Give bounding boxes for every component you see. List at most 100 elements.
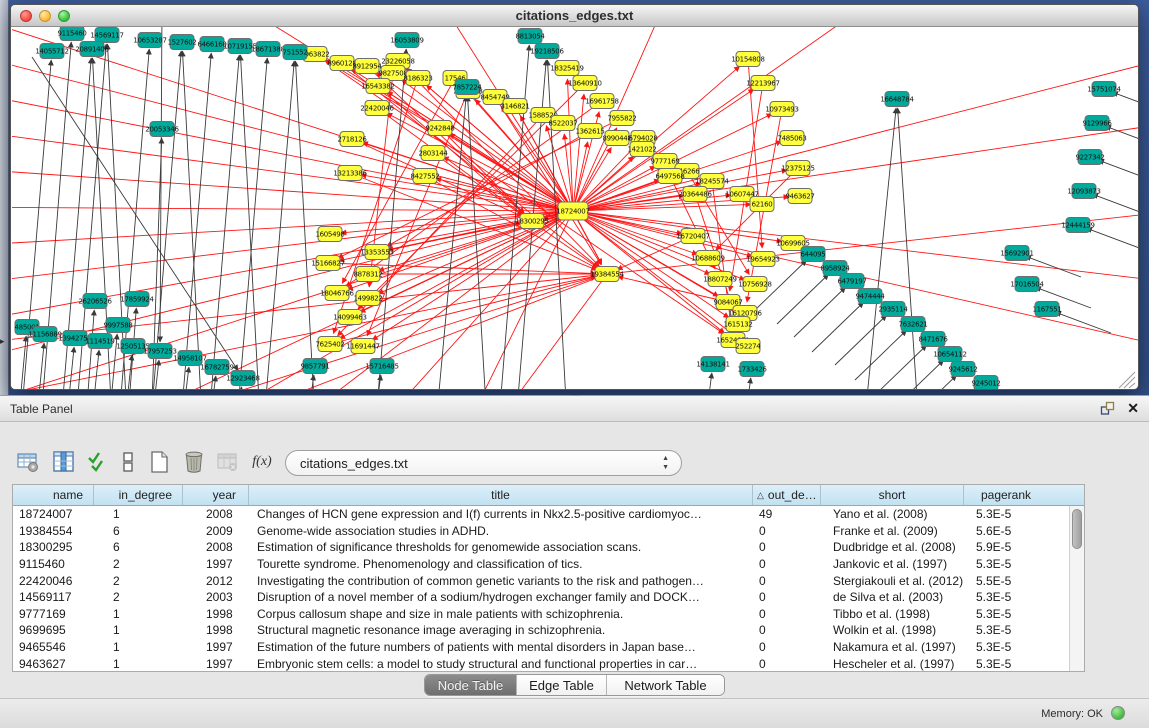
column-header-year[interactable]: year: [183, 485, 249, 505]
column-header-out-degree[interactable]: △ out_de…: [753, 485, 821, 505]
graph-node[interactable]: 26206526: [78, 294, 112, 309]
graph-node[interactable]: 13353553: [360, 245, 393, 260]
network-graph[interactable]: 7963822896012889129542322605898275081654…: [12, 27, 1139, 390]
graph-node[interactable]: 1421022: [627, 142, 656, 157]
graph-node[interactable]: 15166827: [311, 256, 344, 271]
graph-node[interactable]: 9857791: [300, 359, 329, 374]
graph-node[interactable]: 18300295: [515, 214, 548, 229]
graph-node[interactable]: 9245612: [948, 362, 977, 377]
column-header-name[interactable]: name: [13, 485, 94, 505]
graph-node[interactable]: 751552: [283, 45, 308, 60]
table-row[interactable]: 946362711997Embryonic stem cells: a mode…: [13, 655, 1069, 671]
table-row[interactable]: 977716911998Corpus callosum shape and si…: [13, 606, 1069, 623]
show-columns-icon[interactable]: [50, 448, 78, 476]
graph-node[interactable]: 2935114: [878, 302, 908, 317]
graph-node[interactable]: 7857224: [452, 80, 482, 95]
graph-node[interactable]: 20364486: [678, 187, 712, 202]
table-row[interactable]: 1938455462009Genome-wide association stu…: [13, 523, 1069, 540]
graph-node[interactable]: 9115460: [57, 27, 86, 41]
column-header-pagerank[interactable]: pagerank: [964, 485, 1048, 505]
graph-node[interactable]: 16543382: [361, 79, 394, 94]
graph-node[interactable]: 7485063: [777, 131, 806, 146]
graph-node[interactable]: 19654923: [746, 252, 779, 267]
table-row[interactable]: 1830029562008Estimation of significance …: [13, 539, 1069, 556]
table-row[interactable]: 2242004622012Investigating the contribut…: [13, 572, 1069, 589]
graph-node[interactable]: 644095: [801, 247, 826, 262]
graph-node[interactable]: 1605498: [315, 227, 344, 242]
graph-node[interactable]: 14055712: [35, 44, 68, 59]
split-pane-divider[interactable]: ▸: [0, 0, 9, 395]
graph-node[interactable]: 9242848: [425, 121, 454, 136]
graph-node[interactable]: 9463627: [785, 189, 814, 204]
graph-node[interactable]: 19218506: [530, 44, 564, 59]
graph-node[interactable]: 8522037: [548, 116, 577, 131]
delete-table-icon[interactable]: [180, 448, 208, 476]
graph-node[interactable]: 12093873: [1067, 184, 1100, 199]
graph-node[interactable]: 12444159: [1061, 218, 1094, 233]
graph-node[interactable]: 3146821: [500, 99, 529, 114]
graph-node[interactable]: 18724007: [556, 202, 589, 220]
graph-node[interactable]: 8427552: [410, 169, 439, 184]
table-row[interactable]: 1872400712008Changes of HCN gene express…: [13, 506, 1069, 523]
collapse-arrow-icon[interactable]: ▸: [0, 336, 5, 347]
graph-node[interactable]: 9245012: [971, 376, 1000, 391]
graph-node[interactable]: 7632621: [898, 317, 927, 332]
graph-node[interactable]: 9227342: [1075, 150, 1104, 165]
graph-node[interactable]: 13640910: [568, 76, 601, 91]
table-selector-dropdown[interactable]: citations_edges.txt ▲▼: [285, 450, 682, 476]
graph-node[interactable]: 10154808: [731, 52, 764, 67]
graph-node[interactable]: 6466160: [197, 37, 226, 52]
graph-node[interactable]: 15751074: [1087, 82, 1121, 97]
tab-node-table[interactable]: Node Table: [425, 675, 517, 695]
graph-node[interactable]: 11156889: [28, 327, 61, 342]
graph-node[interactable]: 2718126: [337, 132, 367, 147]
select-all-icon[interactable]: [84, 448, 112, 476]
graph-node[interactable]: 18046766: [320, 286, 354, 301]
scrollbar-thumb[interactable]: [1072, 509, 1082, 549]
graph-node[interactable]: 8990448: [602, 131, 631, 146]
graph-node[interactable]: 20053346: [145, 122, 179, 137]
resize-grip-icon[interactable]: [1129, 383, 1135, 388]
table-scrollbar[interactable]: [1069, 506, 1084, 671]
float-window-icon[interactable]: [1100, 401, 1115, 416]
graph-node[interactable]: 1499822: [353, 291, 382, 306]
graph-node[interactable]: 10688609: [691, 251, 724, 266]
graph-node[interactable]: 10973493: [765, 102, 798, 117]
resize-grip-icon[interactable]: [1124, 377, 1135, 388]
graph-node[interactable]: 6479197: [837, 274, 866, 289]
graph-node[interactable]: 9129966: [1082, 116, 1112, 131]
graph-node[interactable]: 11691447: [346, 339, 379, 354]
graph-node[interactable]: 9474444: [855, 289, 885, 304]
graph-node[interactable]: 18807249: [703, 272, 736, 287]
graph-node[interactable]: 14138141: [696, 357, 729, 372]
graph-node[interactable]: 62160: [750, 197, 774, 212]
graph-node[interactable]: 252274: [736, 339, 762, 354]
graph-node[interactable]: 8813054: [515, 29, 545, 44]
graph-node[interactable]: 1114519: [85, 334, 114, 349]
column-header-short[interactable]: short: [821, 485, 964, 505]
graph-node[interactable]: 14569117: [90, 28, 123, 43]
graph-node[interactable]: 8186323: [403, 71, 432, 86]
graph-node[interactable]: 1167551: [1032, 302, 1061, 317]
graph-node[interactable]: 12213967: [746, 76, 779, 91]
graph-node[interactable]: 22420046: [360, 101, 394, 116]
tab-network-table[interactable]: Network Table: [607, 675, 724, 695]
graph-node[interactable]: 9997588: [103, 318, 132, 333]
graph-node[interactable]: 13213386: [333, 166, 367, 181]
clear-selection-icon[interactable]: [114, 448, 142, 476]
graph-node[interactable]: 16782759: [200, 360, 233, 375]
graph-node[interactable]: 6497568: [655, 169, 684, 184]
graph-node[interactable]: 12923468: [226, 371, 259, 386]
table-row[interactable]: 911546021997Tourette syndrome. Phenomeno…: [13, 556, 1069, 573]
column-header-title[interactable]: title: [249, 485, 753, 505]
table-options-icon[interactable]: [14, 448, 42, 476]
graph-node[interactable]: 16961758: [585, 94, 618, 109]
graph-node[interactable]: 18325419: [550, 61, 583, 76]
graph-node[interactable]: 15716485: [365, 359, 398, 374]
graph-node[interactable]: 7955822: [607, 111, 636, 126]
graph-node[interactable]: 7625402: [315, 337, 344, 352]
graph-node[interactable]: 19384554: [590, 267, 624, 282]
function-builder-icon[interactable]: f(x): [248, 448, 276, 476]
close-panel-icon[interactable]: ✕: [1127, 400, 1139, 416]
graph-node[interactable]: 16648784: [880, 92, 914, 107]
